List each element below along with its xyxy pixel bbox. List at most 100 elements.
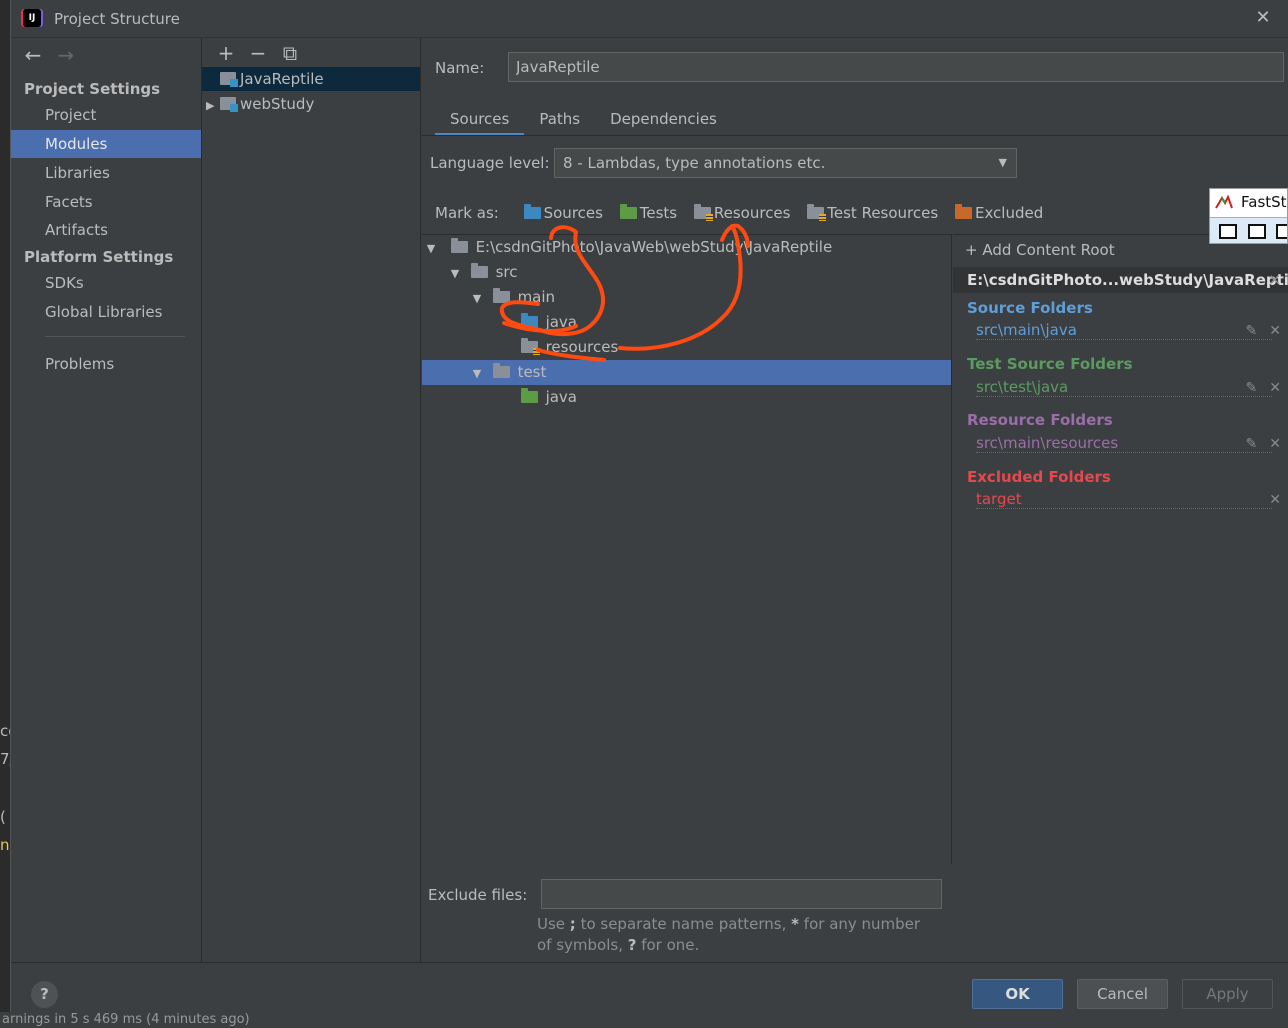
edit-icon[interactable]: ✎ (1246, 436, 1258, 452)
bg-status-bar: arnings in 5 s 469 ms (4 minutes ago) (0, 1012, 1288, 1028)
content-roots-panel: + Add Content Root E:\csdnGitPhoto...web… (953, 234, 1288, 962)
tree-node-test-java[interactable]: java (422, 385, 951, 410)
tree-node-src[interactable]: ▼ src (422, 260, 951, 285)
edit-icon[interactable]: ✎ (1246, 380, 1258, 396)
tab-dependencies[interactable]: Dependencies (595, 106, 732, 136)
resource-folder-tools: ✎ ✕ (1234, 436, 1281, 452)
capture-region-icon[interactable] (1276, 224, 1287, 239)
remove-root-icon[interactable]: ✕ (1268, 267, 1281, 293)
tree-node-main-java[interactable]: java (422, 310, 951, 335)
bg-text-fragment: ( (0, 808, 6, 826)
edit-icon[interactable]: ✎ (1246, 323, 1258, 339)
tab-paths[interactable]: Paths (524, 106, 595, 136)
source-folder-icon (523, 204, 541, 219)
test-folder-path[interactable]: src\test\java (976, 378, 1272, 397)
collapse-arrow-icon[interactable]: ▼ (422, 236, 440, 261)
add-content-root-button[interactable]: + Add Content Root (965, 241, 1115, 259)
folder-icon (470, 263, 488, 278)
excluded-folder-path[interactable]: target (976, 490, 1272, 509)
nav-item-modules[interactable]: Modules (11, 130, 201, 158)
nav-item-facets[interactable]: Facets (11, 188, 201, 216)
faststone-capture-toolbar[interactable]: FastSt (1209, 188, 1288, 244)
open-folder-icon[interactable] (1219, 224, 1237, 239)
folder-icon (492, 288, 510, 303)
copy-module-icon[interactable]: ⧉ (274, 40, 306, 66)
tree-node-label: test (517, 363, 547, 381)
back-arrow-icon[interactable]: ← (19, 42, 47, 68)
test-folder-icon (619, 204, 637, 219)
module-item-javareptile[interactable]: JavaReptile (202, 67, 420, 91)
collapse-arrow-icon[interactable]: ▼ (446, 261, 464, 286)
remove-icon[interactable]: ✕ (1269, 492, 1281, 508)
module-name: webStudy (240, 95, 315, 113)
remove-icon[interactable]: ✕ (1269, 323, 1281, 339)
expand-arrow-icon[interactable]: ▶ (206, 94, 220, 118)
background-ide: co 7/ ( n (0, 0, 10, 1028)
mark-resources-button[interactable]: Resources (693, 204, 790, 222)
exclude-files-input[interactable] (541, 879, 942, 909)
capture-window-icon[interactable] (1248, 224, 1266, 239)
nav-item-libraries[interactable]: Libraries (11, 159, 201, 187)
name-label: Name: (435, 59, 485, 77)
nav-item-global-libraries[interactable]: Global Libraries (11, 298, 201, 326)
ok-button[interactable]: OK (972, 979, 1063, 1009)
add-module-icon[interactable]: + (210, 40, 242, 66)
nav-item-problems[interactable]: Problems (11, 350, 201, 378)
exclude-files-hint: Use ; to separate name patterns, * for a… (537, 915, 921, 954)
project-structure-dialog: IJ Project Structure ✕ ← → Project Setti… (10, 0, 1288, 1012)
nav-section-project-settings: Project Settings (24, 80, 161, 98)
tree-node-label: src (495, 263, 518, 281)
source-folder-path[interactable]: src\main\java (976, 321, 1272, 340)
tabs-divider (422, 135, 1288, 136)
mark-excluded-button[interactable]: Excluded (954, 204, 1043, 222)
collapse-arrow-icon[interactable]: ▼ (468, 286, 486, 311)
tree-node-main[interactable]: ▼ main (422, 285, 951, 310)
resource-folder-icon (693, 204, 713, 221)
remove-icon[interactable]: ✕ (1269, 380, 1281, 396)
excluded-folder-tools: ✕ (1257, 492, 1281, 508)
test-folder-icon (520, 388, 538, 403)
nav-item-sdks[interactable]: SDKs (11, 269, 201, 297)
collapse-arrow-icon[interactable]: ▼ (468, 361, 486, 386)
excluded-folders-title: Excluded Folders (967, 468, 1111, 486)
help-button[interactable]: ? (31, 981, 58, 1008)
test-folder-tools: ✎ ✕ (1234, 380, 1281, 396)
dialog-buttons: ? OK Cancel Apply (11, 962, 1288, 1012)
module-item-webstudy[interactable]: ▶ webStudy (202, 92, 420, 116)
tree-node-test[interactable]: ▼ test (422, 360, 951, 385)
source-folders-title: Source Folders (967, 299, 1093, 317)
mark-as-label: Mark as: (435, 204, 499, 222)
module-name-input[interactable] (508, 52, 1284, 82)
modules-toolbar: + − ⧉ (210, 40, 306, 66)
bg-text-fragment: n (0, 836, 10, 854)
tab-sources[interactable]: Sources (435, 106, 525, 136)
remove-module-icon[interactable]: − (242, 40, 274, 66)
tree-node-label: java (545, 388, 577, 406)
folder-icon (492, 363, 510, 378)
tree-node-resources[interactable]: resources (422, 335, 951, 360)
close-icon[interactable]: ✕ (1251, 6, 1275, 30)
source-folder-tools: ✎ ✕ (1234, 323, 1281, 339)
source-folder-icon (520, 313, 538, 328)
module-name: JavaReptile (240, 70, 324, 88)
apply-button[interactable]: Apply (1182, 979, 1273, 1009)
mark-sources-button[interactable]: Sources (523, 204, 603, 222)
module-icon (220, 72, 238, 87)
language-level-label: Language level: (430, 154, 550, 172)
tree-node-root[interactable]: ▼ E:\csdnGitPhoto\JavaWeb\webStudy\JavaR… (422, 235, 951, 260)
remove-icon[interactable]: ✕ (1269, 436, 1281, 452)
mark-test-resources-button[interactable]: Test Resources (807, 204, 938, 222)
excluded-folder-icon (954, 204, 972, 219)
test-resource-folder-icon (807, 204, 827, 221)
tree-node-label: java (545, 313, 577, 331)
language-level-select[interactable]: 8 - Lambdas, type annotations etc. ▼ (554, 148, 1017, 178)
nav-item-artifacts[interactable]: Artifacts (11, 216, 201, 244)
title-bar: IJ Project Structure ✕ (11, 0, 1288, 38)
mark-tests-button[interactable]: Tests (619, 204, 677, 222)
tree-node-label: main (517, 288, 556, 306)
forward-arrow-icon[interactable]: → (52, 42, 80, 68)
nav-item-project[interactable]: Project (11, 101, 201, 129)
cancel-button[interactable]: Cancel (1077, 979, 1168, 1009)
module-tabs: Sources Paths Dependencies (435, 106, 732, 136)
resource-folder-path[interactable]: src\main\resources (976, 434, 1272, 453)
